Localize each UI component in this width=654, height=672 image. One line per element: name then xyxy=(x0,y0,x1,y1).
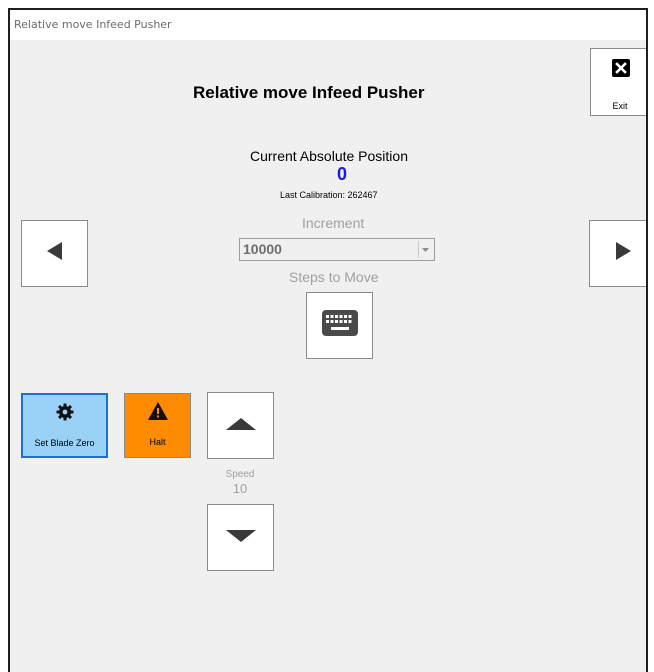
arrow-left-icon xyxy=(46,242,63,265)
speed-down-button[interactable] xyxy=(207,504,274,571)
move-left-button[interactable] xyxy=(21,220,88,287)
exit-label: Exit xyxy=(612,101,628,111)
current-position-value: 0 xyxy=(336,164,347,184)
increment-value: 10000 xyxy=(243,241,282,257)
set-blade-zero-button[interactable]: Set Blade Zero xyxy=(21,393,108,458)
exit-button[interactable]: Exit xyxy=(590,48,646,116)
set-blade-zero-label: Set Blade Zero xyxy=(34,438,95,448)
window-title: Relative move Infeed Pusher xyxy=(14,18,172,31)
close-box-icon xyxy=(612,59,630,77)
warning-icon xyxy=(125,402,190,420)
title-bar: Relative move Infeed Pusher xyxy=(10,10,646,40)
keyboard-icon xyxy=(321,310,358,341)
chevron-down-icon[interactable] xyxy=(418,241,432,258)
arrow-up-icon xyxy=(225,417,256,435)
speed-up-button[interactable] xyxy=(207,392,274,459)
steps-to-move-label: Steps to Move xyxy=(289,269,379,285)
increment-label: Increment xyxy=(302,215,365,231)
move-right-button[interactable] xyxy=(589,220,646,287)
dialog-window: Relative move Infeed Pusher Relative mov… xyxy=(8,8,648,672)
page-title: Relative move Infeed Pusher xyxy=(193,83,425,102)
speed-value: 10 xyxy=(232,481,248,496)
arrow-right-icon xyxy=(615,242,631,265)
keyboard-button[interactable] xyxy=(306,292,373,359)
arrow-down-icon xyxy=(225,529,256,547)
last-calibration-text: Last Calibration: 262467 xyxy=(280,190,378,200)
halt-label: Halt xyxy=(149,437,166,447)
halt-button[interactable]: Halt xyxy=(124,393,191,458)
gear-icon xyxy=(23,403,106,421)
current-position-label: Current Absolute Position xyxy=(250,148,408,164)
speed-label: Speed xyxy=(225,469,255,480)
increment-select[interactable]: 10000 xyxy=(239,238,435,261)
